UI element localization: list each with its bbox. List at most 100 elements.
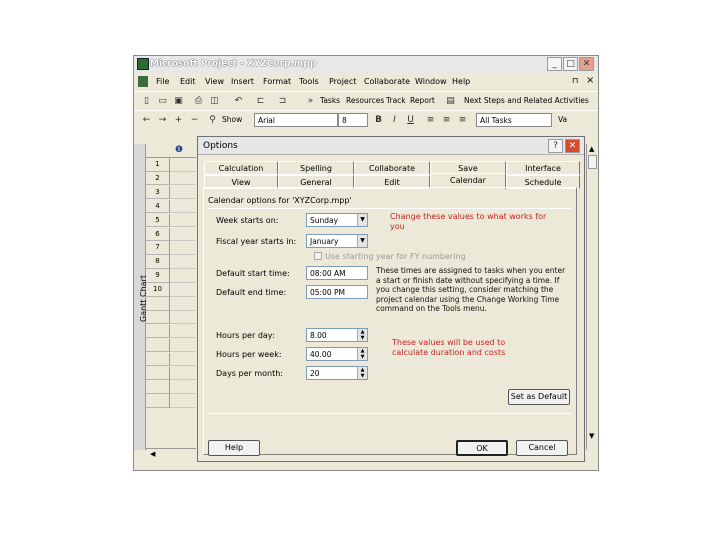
hours-per-week-stepper[interactable]: ▲ ▼	[357, 348, 367, 360]
menu-help[interactable]: Help	[452, 77, 470, 86]
grid-hscroll[interactable]: ◀	[146, 448, 196, 460]
row-number[interactable]	[146, 380, 170, 394]
new-icon[interactable]: ▯	[140, 95, 153, 107]
plus-icon[interactable]: +	[172, 114, 185, 126]
scroll-down-icon[interactable]: ▼	[589, 432, 594, 440]
days-per-month-stepper[interactable]: ▲ ▼	[357, 367, 367, 379]
table-row[interactable]	[170, 353, 196, 367]
next-steps-dropdown[interactable]: Next Steps and Related Activities	[464, 96, 589, 105]
row-number[interactable]	[146, 366, 170, 380]
row-number[interactable]: 5	[146, 213, 170, 228]
doc-restore-icon[interactable]: ⊓	[572, 76, 578, 85]
row-number[interactable]: 3	[146, 185, 170, 200]
show-dropdown[interactable]: Show	[222, 115, 242, 124]
row-number[interactable]	[146, 338, 170, 353]
table-row[interactable]	[170, 200, 196, 214]
arrow-right-icon[interactable]: →	[156, 114, 169, 126]
scroll-left-icon[interactable]: ◀	[150, 450, 155, 458]
preview-icon[interactable]: ◫	[208, 95, 221, 107]
table-row[interactable]	[170, 241, 196, 255]
end-time-input[interactable]: 05:00 PM	[306, 285, 368, 299]
link-icon[interactable]: ⊏	[254, 95, 267, 107]
report-button[interactable]: Report	[410, 96, 435, 105]
row-number[interactable]	[146, 297, 170, 311]
vertical-scrollbar[interactable]: ▲ ▼	[586, 144, 598, 450]
doc-close-icon[interactable]: ×	[586, 75, 594, 86]
track-button[interactable]: Track	[386, 96, 406, 105]
table-row[interactable]	[170, 394, 196, 408]
scroll-thumb[interactable]	[588, 155, 597, 169]
row-number[interactable]: 10	[146, 283, 170, 297]
table-row[interactable]	[170, 297, 196, 311]
chevron-down-icon[interactable]: ▼	[357, 214, 367, 226]
row-number[interactable]	[146, 310, 170, 325]
undo-icon[interactable]: ↶	[232, 95, 245, 107]
unlink-icon[interactable]: ⊐	[276, 95, 289, 107]
ok-button[interactable]: OK	[456, 440, 508, 456]
row-number[interactable]: 1	[146, 158, 170, 172]
save-icon[interactable]: ▣	[172, 95, 185, 107]
size-combo[interactable]: 8	[338, 113, 368, 127]
table-row[interactable]	[170, 255, 196, 269]
steps-icon[interactable]: ▤	[444, 95, 457, 107]
italic-button[interactable]: I	[388, 114, 401, 126]
table-row[interactable]	[170, 311, 196, 325]
menu-file[interactable]: File	[156, 77, 169, 86]
extra-dropdown[interactable]: Va	[558, 115, 567, 124]
scroll-up-icon[interactable]: ▲	[589, 145, 594, 153]
hours-per-week-input[interactable]: 40.00 ▲ ▼	[306, 347, 368, 361]
dialog-close-button[interactable]: ✕	[565, 139, 580, 153]
menu-view[interactable]: View	[205, 77, 224, 86]
menu-project[interactable]: Project	[329, 77, 356, 86]
resources-button[interactable]: Resources	[346, 96, 384, 105]
fiscal-numbering-checkbox[interactable]	[314, 252, 322, 260]
table-row[interactable]	[170, 158, 196, 172]
tab-spelling[interactable]: Spelling	[278, 161, 354, 175]
table-row[interactable]	[170, 367, 196, 380]
menu-edit[interactable]: Edit	[180, 77, 196, 86]
hours-per-day-input[interactable]: 8.00 ▲ ▼	[306, 328, 368, 342]
table-row[interactable]	[170, 339, 196, 353]
minimize-button[interactable]: _	[547, 57, 562, 71]
menu-insert[interactable]: Insert	[231, 77, 254, 86]
row-number[interactable]	[146, 324, 170, 339]
row-number[interactable]: 8	[146, 255, 170, 269]
filter-combo[interactable]: All Tasks	[476, 113, 552, 127]
table-row[interactable]	[170, 214, 196, 228]
help-button[interactable]: Help	[208, 440, 260, 456]
close-button[interactable]: ✕	[579, 57, 594, 71]
filter-icon[interactable]: ⚲	[206, 114, 219, 126]
row-number[interactable]: 2	[146, 171, 170, 186]
open-icon[interactable]: ▭	[156, 95, 169, 107]
row-number[interactable]	[146, 352, 170, 367]
menu-format[interactable]: Format	[263, 77, 291, 86]
set-default-button[interactable]: Set as Default	[508, 389, 570, 405]
align-right-icon[interactable]: ≡	[456, 114, 469, 126]
row-number[interactable]: 6	[146, 227, 170, 241]
table-row[interactable]	[170, 325, 196, 339]
menu-window[interactable]: Window	[415, 77, 447, 86]
tab-interface[interactable]: Interface	[506, 161, 580, 175]
table-row[interactable]	[170, 283, 196, 297]
table-row[interactable]	[170, 380, 196, 394]
row-number[interactable]: 4	[146, 199, 170, 214]
underline-button[interactable]: U	[404, 114, 417, 126]
start-time-input[interactable]: 08:00 AM	[306, 266, 368, 280]
print-icon[interactable]: ⎙	[192, 95, 205, 107]
table-row[interactable]	[170, 186, 196, 200]
more-icon[interactable]: »	[304, 95, 317, 107]
row-number[interactable]: 9	[146, 269, 170, 283]
tab-collaborate[interactable]: Collaborate	[354, 161, 430, 175]
table-row[interactable]	[170, 228, 196, 241]
row-number[interactable]	[146, 394, 170, 408]
tab-calculation[interactable]: Calculation	[204, 161, 278, 175]
align-center-icon[interactable]: ≡	[440, 114, 453, 126]
table-row[interactable]	[170, 172, 196, 186]
week-starts-select[interactable]: Sunday ▼	[306, 213, 368, 227]
row-number[interactable]: 7	[146, 241, 170, 255]
maximize-button[interactable]: □	[563, 57, 578, 71]
cancel-button[interactable]: Cancel	[516, 440, 568, 456]
bold-button[interactable]: B	[372, 114, 385, 126]
fiscal-year-select[interactable]: January ▼	[306, 234, 368, 248]
menu-collaborate[interactable]: Collaborate	[364, 77, 410, 86]
